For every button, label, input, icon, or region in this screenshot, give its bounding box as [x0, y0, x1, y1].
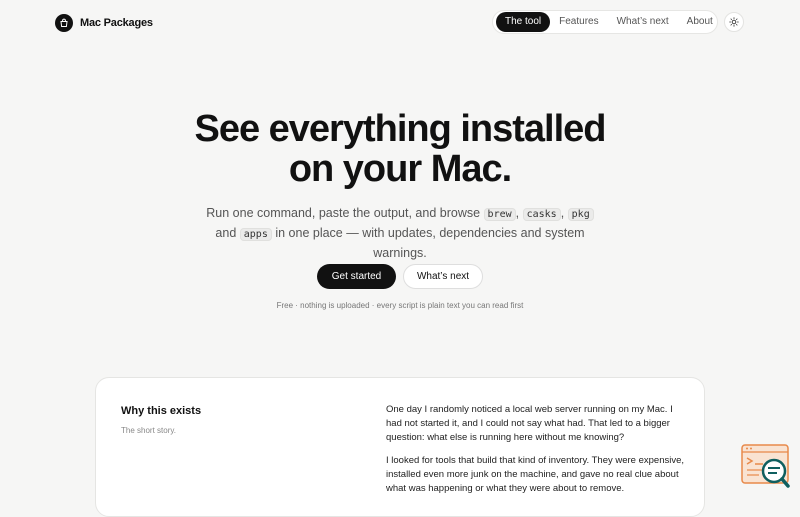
card-paragraph-2: I looked for tools that build that kind …: [386, 455, 685, 494]
hero-subtitle-text-2: in one place — with updates, dependencie…: [275, 226, 585, 260]
code-brew: brew: [483, 208, 516, 221]
floating-help-widget[interactable]: [741, 444, 791, 490]
hero-title-line-1: See everything installed: [194, 108, 606, 150]
card-subtitle: The short story.: [121, 426, 176, 435]
hero-subtitle-text: Run one command, paste the output, and b…: [206, 206, 481, 220]
card-title: Why this exists: [121, 405, 202, 417]
tab-about[interactable]: About: [678, 12, 722, 32]
whats-next-button[interactable]: What’s next: [403, 264, 483, 289]
hero-subtitle-and: and: [215, 226, 237, 240]
brand-name: Mac Packages: [80, 17, 153, 29]
theme-toggle-button[interactable]: [724, 12, 744, 32]
top-nav: The tool Features What’s next About: [492, 10, 718, 34]
hero-note: Free · nothing is uploaded · every scrip…: [276, 301, 524, 310]
code-casks: casks: [522, 208, 561, 221]
hero-subtitle: Run one command, paste the output, and b…: [200, 204, 600, 262]
card-body: One day I randomly noticed a local web s…: [386, 403, 686, 505]
code-pkg: pkg: [567, 208, 594, 221]
code-apps: apps: [239, 228, 272, 241]
brand[interactable]: Mac Packages: [55, 14, 153, 32]
get-started-button[interactable]: Get started: [317, 264, 396, 289]
sun-icon: [729, 17, 739, 27]
hero-title-line-2: on your Mac.: [288, 148, 512, 190]
why-card: Why this exists The short story. One day…: [95, 377, 705, 517]
tab-whats-next[interactable]: What’s next: [608, 12, 678, 32]
hero-title: See everything installed on your Mac.: [0, 109, 800, 189]
bag-logo-icon: [55, 14, 73, 32]
terminal-search-icon: [741, 444, 790, 488]
tab-the-tool[interactable]: The tool: [496, 12, 551, 32]
tab-features[interactable]: Features: [550, 12, 607, 32]
card-paragraph-1: One day I randomly noticed a local web s…: [386, 404, 673, 443]
